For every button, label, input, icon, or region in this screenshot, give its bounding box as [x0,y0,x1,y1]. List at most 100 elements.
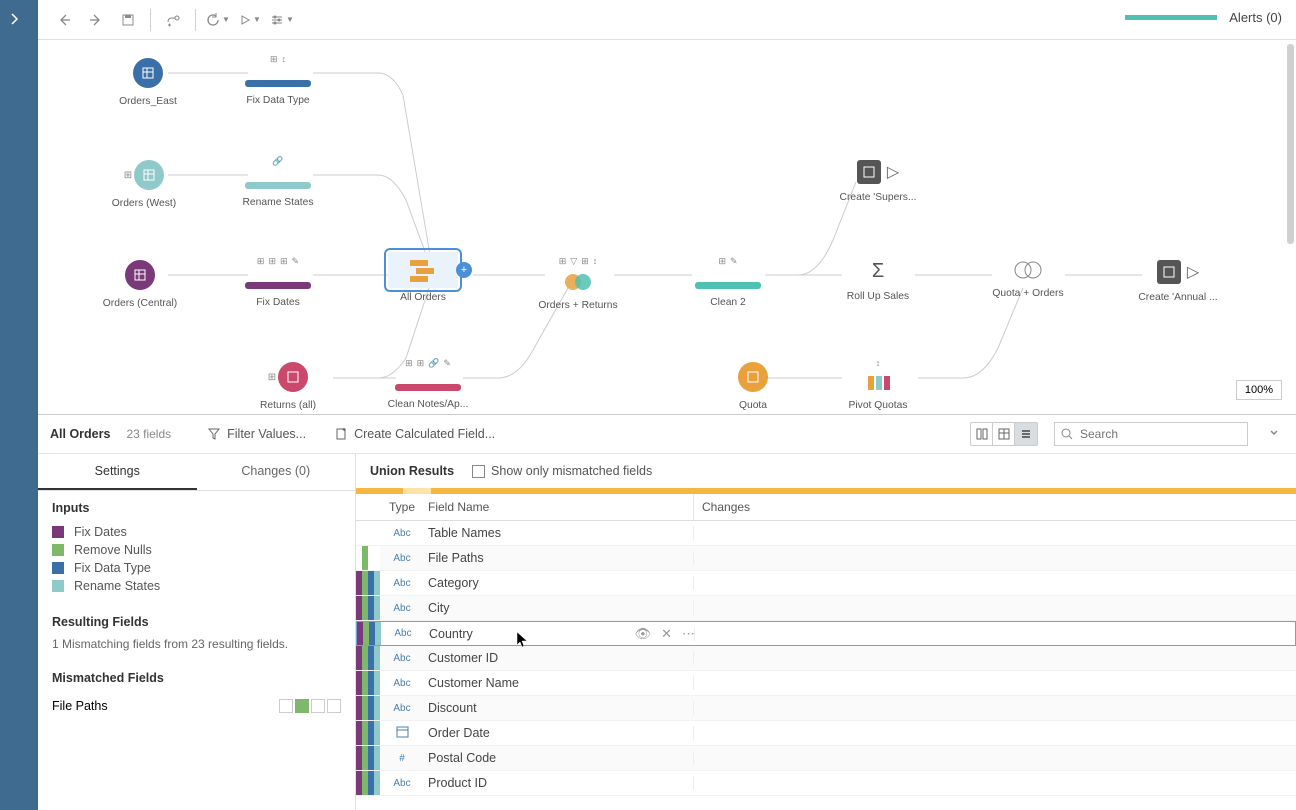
field-name: Postal Code [424,751,694,765]
mismatched-heading: Mismatched Fields [52,671,341,685]
node-orders-central[interactable]: Orders (Central) [100,260,180,309]
input-item[interactable]: Fix Dates [52,523,341,541]
type-cell[interactable]: Abc [380,528,424,539]
node-orders-west[interactable]: ⊞ Orders (West) [104,160,184,209]
zoom-level[interactable]: 100% [1236,380,1282,400]
search-box[interactable] [1054,422,1248,446]
toolbar: ▼ ▼ ▼ [38,0,1296,40]
node-clean-notes[interactable]: ⊞⊞🔗✎ Clean Notes/Ap... [388,358,468,410]
collapse-button[interactable] [1264,425,1284,443]
mismatched-row[interactable]: File Paths [52,693,341,719]
field-name: File Paths [424,551,694,565]
add-connection-button[interactable] [159,6,187,34]
type-cell[interactable]: Abc [380,578,424,589]
table-row[interactable]: AbcCity [356,596,1296,621]
canvas-scrollbar[interactable] [1287,44,1294,244]
tabs: Settings Changes (0) [38,454,355,491]
field-name: Category [424,576,694,590]
alerts-bar: Alerts (0) [1125,10,1282,25]
lower-pane: Settings Changes (0) Inputs Fix DatesRem… [38,454,1296,810]
view-list-button[interactable] [1015,423,1037,445]
table-row[interactable]: AbcTable Names [356,521,1296,546]
field-name: Table Names [424,526,694,540]
field-name: Customer ID [424,651,694,665]
node-quota-orders[interactable]: Quota + Orders [988,260,1068,299]
sidebar-expand-button[interactable] [8,12,28,32]
view-profile-button[interactable] [971,423,993,445]
table-row[interactable]: #Postal Code [356,746,1296,771]
resulting-heading: Resulting Fields [52,615,341,629]
settings-panel: Settings Changes (0) Inputs Fix DatesRem… [38,454,356,810]
forward-button[interactable] [82,6,110,34]
type-cell[interactable]: Abc [380,553,424,564]
field-name: Order Date [424,726,694,740]
table-row[interactable]: AbcProduct ID [356,771,1296,796]
field-name: Product ID [424,776,694,790]
remove-icon[interactable]: ✕ [661,626,672,642]
input-item[interactable]: Fix Data Type [52,559,341,577]
node-pivot-quotas[interactable]: ↕ Pivot Quotas [838,358,918,411]
show-mismatch-checkbox[interactable]: Show only mismatched fields [472,464,652,478]
type-cell[interactable] [380,725,424,741]
search-input[interactable] [1080,427,1241,441]
sidebar [0,0,38,810]
union-results-panel: Union Results Show only mismatched field… [356,454,1296,810]
table-row[interactable]: AbcCountry👁✕⋯ [356,621,1296,646]
refresh-button[interactable]: ▼ [204,6,232,34]
profile-title: All Orders [50,427,110,441]
field-name: Discount [424,701,694,715]
node-create-supers[interactable]: ▷ Create 'Supers... [838,160,918,203]
node-all-orders[interactable]: + All Orders [388,252,458,303]
filter-icon [207,427,221,441]
type-cell[interactable]: Abc [380,678,424,689]
field-name: Customer Name [424,676,694,690]
type-cell[interactable]: # [380,753,424,764]
node-rename-states[interactable]: 🔗 Rename States [238,156,318,208]
back-button[interactable] [50,6,78,34]
table-row[interactable]: Order Date [356,721,1296,746]
save-button[interactable] [114,6,142,34]
table-row[interactable]: AbcDiscount [356,696,1296,721]
input-item[interactable]: Rename States [52,577,341,595]
input-item[interactable]: Remove Nulls [52,541,341,559]
inputs-heading: Inputs [52,501,341,515]
run-button[interactable]: ▼ [236,6,264,34]
filter-values-button[interactable]: Filter Values... [207,427,306,441]
tab-changes[interactable]: Changes (0) [197,454,356,490]
field-name: City [424,601,694,615]
table-row[interactable]: AbcCategory [356,571,1296,596]
node-orders-returns[interactable]: ⊞▽⊞↕ Orders + Returns [538,256,618,311]
node-fix-data-type[interactable]: ⊞↕ Fix Data Type [238,54,318,106]
node-rollup-sales[interactable]: Σ Roll Up Sales [838,260,918,302]
grid-header: Type Field Name Changes [356,494,1296,521]
type-cell[interactable]: Abc [380,603,424,614]
node-quota[interactable]: Quota [713,362,793,411]
flow-canvas[interactable]: Orders_East ⊞↕ Fix Data Type ⊞ Orders (W… [38,40,1296,414]
resulting-text: 1 Mismatching fields from 23 resulting f… [52,637,341,651]
search-icon [1061,428,1074,441]
type-cell[interactable]: Abc [381,628,425,639]
document-plus-icon [334,427,348,441]
type-cell[interactable]: Abc [380,703,424,714]
node-clean2[interactable]: ⊞✎ Clean 2 [688,256,768,308]
table-row[interactable]: AbcFile Paths [356,546,1296,571]
type-cell[interactable]: Abc [380,778,424,789]
profile-header: All Orders 23 fields Filter Values... Cr… [38,414,1296,454]
settings-button[interactable]: ▼ [268,6,296,34]
type-cell[interactable]: Abc [380,653,424,664]
create-calc-button[interactable]: Create Calculated Field... [334,427,495,441]
node-orders-east[interactable]: Orders_East [108,58,188,107]
grid-body[interactable]: AbcTable NamesAbcFile PathsAbcCategoryAb… [356,521,1296,810]
hide-icon[interactable]: 👁 [635,626,652,642]
view-grid-button[interactable] [993,423,1015,445]
node-create-annual[interactable]: ▷ Create 'Annual ... [1138,260,1218,303]
alerts-label[interactable]: Alerts (0) [1229,10,1282,25]
table-row[interactable]: AbcCustomer Name [356,671,1296,696]
tab-settings[interactable]: Settings [38,454,197,490]
node-fix-dates[interactable]: ⊞⊞⊞✎ Fix Dates [238,256,318,308]
table-row[interactable]: AbcCustomer ID [356,646,1296,671]
more-icon[interactable]: ⋯ [682,626,695,642]
union-header: Union Results Show only mismatched field… [356,454,1296,488]
node-returns-all[interactable]: ⊞ Returns (all) [248,362,328,411]
add-step-button[interactable]: + [456,262,472,278]
